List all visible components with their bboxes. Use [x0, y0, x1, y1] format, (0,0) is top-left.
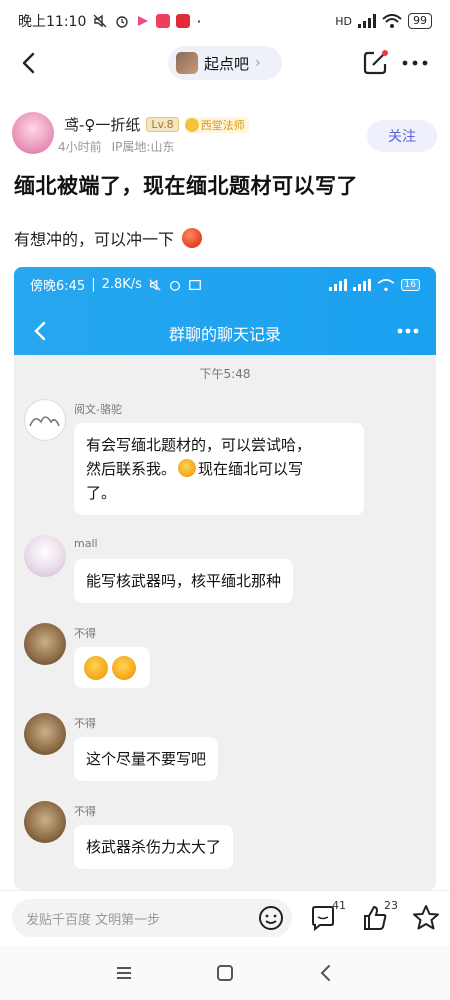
back-arrow-icon[interactable]	[14, 48, 44, 78]
cat-avatar	[24, 801, 66, 843]
chat-bubble: 核武器杀伤力太大了	[74, 825, 234, 869]
menu-icon[interactable]	[112, 962, 136, 984]
forum-pill[interactable]: 起点吧 ›	[168, 46, 282, 80]
post-body: 有想冲的，可以冲一下	[14, 226, 203, 250]
chat-divider: |	[91, 277, 96, 292]
signal-icon	[358, 14, 376, 28]
more-icon	[397, 328, 419, 334]
emoji-icon	[84, 655, 108, 680]
chat-text: 现在缅北可以写	[198, 460, 304, 478]
title-badge-label: 西堂法师	[200, 118, 245, 132]
emoji-icon[interactable]	[258, 905, 284, 931]
chat-bubble	[74, 647, 150, 688]
emoji-icon	[178, 459, 197, 477]
reply-input[interactable]: 发贴千百度 文明第一步	[12, 899, 292, 937]
emoji-icon	[112, 655, 136, 680]
chat-status-speed: 2.8K/s	[101, 277, 142, 292]
author-avatar[interactable]	[12, 112, 54, 154]
status-bar: 晚上11:10 · HD 99	[0, 0, 450, 42]
follow-button[interactable]: 关注	[367, 120, 437, 152]
chat-header: 傍晚6:45 | 2.8K/s 16 群聊的聊天记录	[14, 267, 436, 355]
chat-nick: 不得	[74, 805, 96, 818]
chat-message: 不得	[24, 623, 424, 703]
chat-message: mall 能写核武器吗，核平缅北那种	[24, 535, 424, 615]
chat-nick: 阅文-骆驼	[74, 403, 122, 416]
chat-title: 群聊的聊天记录	[168, 325, 281, 344]
chat-nick: 不得	[74, 627, 96, 640]
more-icon[interactable]	[398, 48, 432, 78]
chat-text: 了。	[86, 484, 117, 502]
status-right: HD 99	[335, 13, 432, 29]
like-count: 23	[384, 899, 398, 912]
forum-avatar	[176, 52, 198, 74]
cat-avatar	[24, 713, 66, 755]
author-name-row: 鸢-♀一折纸 Lv.8 西堂法师	[64, 114, 249, 135]
back-icon[interactable]	[314, 962, 338, 984]
author-meta: 4小时前 IP属地:山东	[58, 138, 174, 155]
chat-text: 有会写缅北题材的，可以尝试哈，	[86, 436, 312, 454]
chat-nav: 群聊的聊天记录	[14, 315, 436, 347]
status-time: 晚上11:10	[18, 14, 87, 30]
chat-battery: 16	[400, 278, 420, 291]
camel-avatar	[24, 399, 66, 441]
post-title: 缅北被端了，现在缅北题材可以写了	[14, 174, 358, 198]
gem-icon	[184, 117, 199, 132]
post-image[interactable]: 傍晚6:45 | 2.8K/s 16 群聊的聊天记录 下午5:48 阅文-骆驼	[14, 267, 436, 890]
chat-message: 不得 这个尽量不要写吧	[24, 713, 424, 793]
app-red2-icon	[176, 14, 191, 28]
app-arrow-icon	[138, 16, 149, 26]
chat-message: 阅文-骆驼 有会写缅北题材的，可以尝试哈， 然后联系我。 现在缅北可以写 了。	[24, 399, 424, 519]
mute-icon	[149, 278, 161, 291]
level-badge: Lv.8	[146, 117, 179, 132]
wifi-icon	[382, 14, 402, 28]
mute-icon	[93, 14, 107, 28]
chat-bubble: 有会写缅北题材的，可以尝试哈， 然后联系我。 现在缅北可以写 了。	[74, 423, 364, 515]
post-body-text: 有想冲的，可以冲一下	[14, 230, 175, 249]
edit-icon[interactable]	[360, 48, 390, 78]
status-notification-icons: ·	[92, 12, 201, 31]
alarm-icon	[116, 16, 129, 28]
wifi-icon	[377, 278, 394, 291]
chat-timestamp: 下午5:48	[199, 367, 251, 381]
battery-indicator: 99	[408, 13, 432, 29]
camel-icon	[29, 416, 60, 427]
top-nav: 起点吧 ›	[0, 42, 450, 84]
dot-icon: ·	[196, 11, 202, 31]
star-icon[interactable]	[410, 903, 442, 933]
ip-location: IP属地:山东	[111, 140, 175, 154]
post-time: 4小时前	[58, 140, 102, 154]
chat-nick: mall	[74, 537, 98, 550]
anime-avatar	[24, 535, 66, 577]
mail-icon	[189, 279, 201, 290]
forum-name: 起点吧	[204, 54, 250, 73]
author-row: 鸢-♀一折纸 Lv.8 西堂法师 4小时前 IP属地:山东 关注	[12, 112, 438, 160]
signal-icon	[328, 278, 347, 291]
app-red-icon	[156, 14, 171, 28]
alarm-icon	[169, 280, 180, 291]
author-name[interactable]: 鸢-♀一折纸	[64, 114, 140, 135]
chat-bubble: 这个尽量不要写吧	[74, 737, 219, 781]
comment-count: 41	[332, 899, 346, 912]
action-bar: 发贴千百度 文明第一步 41 23	[0, 890, 450, 946]
chat-text: 然后联系我。	[86, 460, 177, 478]
chevron-right-icon: ›	[255, 55, 261, 71]
chat-status-time: 傍晚6:45	[30, 279, 86, 294]
chat-nick: 不得	[74, 717, 96, 730]
system-nav	[0, 946, 450, 1000]
network-type: HD	[335, 14, 352, 28]
chat-bubble: 能写核武器吗，核平缅北那种	[74, 559, 294, 603]
chat-message: 不得 核武器杀伤力太大了	[24, 801, 424, 881]
cat-avatar	[24, 623, 66, 665]
chat-status-right: 16	[328, 278, 420, 291]
home-icon[interactable]	[213, 962, 237, 984]
emoji-icon	[182, 228, 203, 248]
signal-icon	[352, 278, 371, 291]
title-badge: 西堂法师	[184, 116, 249, 133]
chat-status-bar: 傍晚6:45 | 2.8K/s 16	[30, 275, 420, 294]
